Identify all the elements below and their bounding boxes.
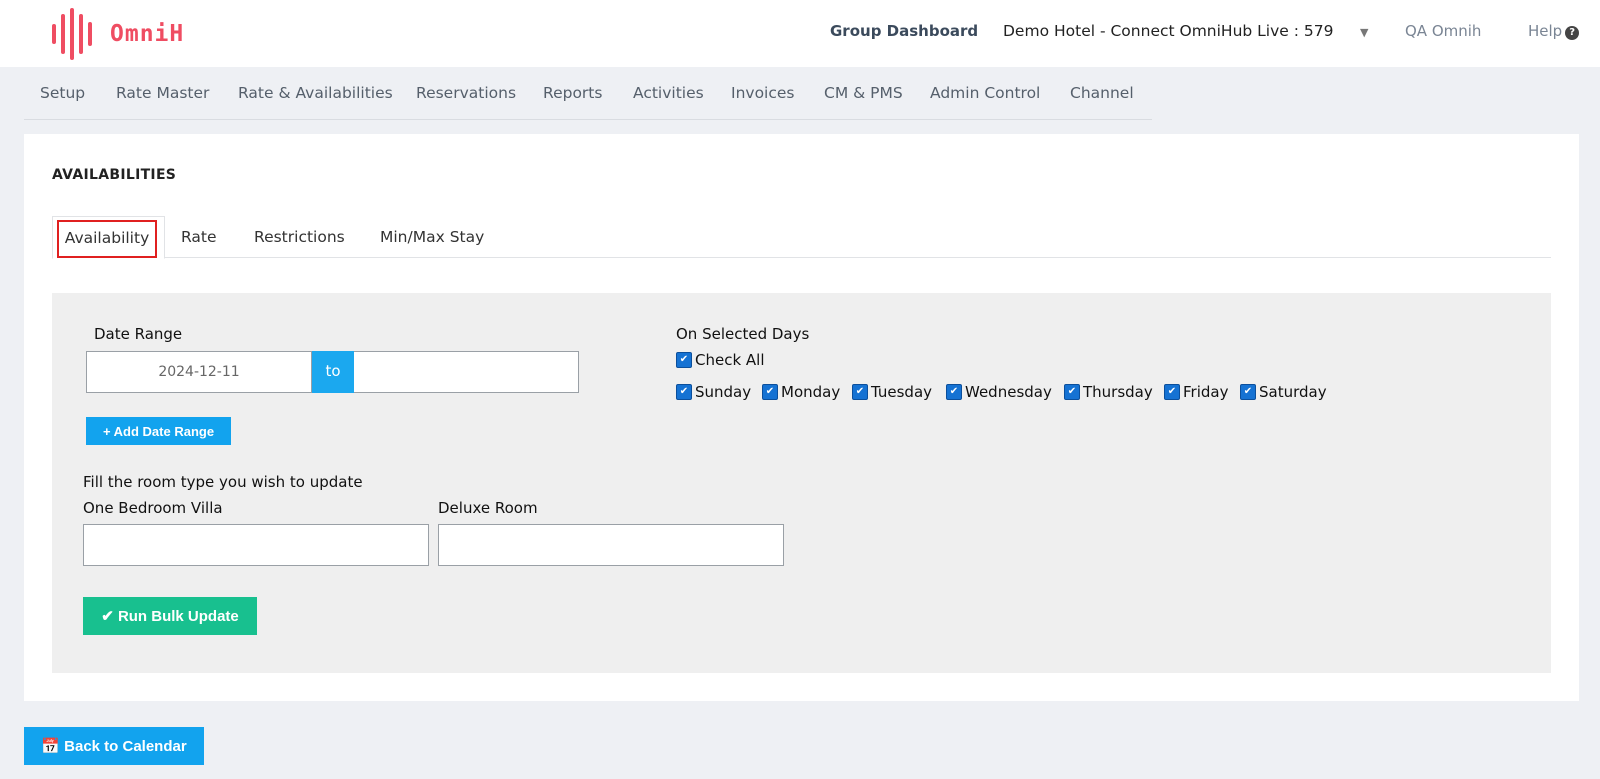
room-label-deluxe-room: Deluxe Room — [438, 499, 538, 517]
day-checkbox-monday[interactable]: ✔ Monday — [762, 383, 840, 401]
room-input-deluxe-room[interactable] — [438, 524, 784, 566]
nav-item-reports[interactable]: Reports — [543, 84, 602, 102]
day-checkbox-tuesday[interactable]: ✔ Tuesday — [852, 383, 932, 401]
omnihub-logo[interactable]: OmniH — [50, 8, 184, 60]
day-checkbox-sunday[interactable]: ✔ Sunday — [676, 383, 751, 401]
nav-item-channel[interactable]: Channel — [1070, 84, 1134, 102]
day-label: Tuesday — [871, 383, 933, 401]
logo-text: OmniH — [110, 21, 185, 47]
tab-bar: Availability Rate Restrictions Min/Max S… — [52, 216, 1551, 259]
group-dashboard-link[interactable]: Group Dashboard — [830, 22, 978, 40]
hotel-selector[interactable]: Demo Hotel - Connect OmniHub Live : 579 — [1003, 22, 1334, 40]
nav-item-reservations[interactable]: Reservations — [416, 84, 516, 102]
check-all-label: Check All — [695, 351, 765, 369]
availabilities-card: AVAILABILITIES Availability Rate Restric… — [24, 134, 1579, 701]
room-label-one-bedroom-villa: One Bedroom Villa — [83, 499, 223, 517]
nav-item-rate-master[interactable]: Rate Master — [116, 84, 209, 102]
tab-availability[interactable]: Availability — [52, 216, 165, 259]
help-question-icon: ? — [1565, 26, 1580, 40]
date-to-input[interactable] — [354, 351, 579, 393]
checkmark-icon: ✔ — [852, 384, 868, 400]
nav-item-admin-control[interactable]: Admin Control — [930, 84, 1040, 102]
on-selected-days-label: On Selected Days — [676, 325, 810, 343]
help-link[interactable]: Help? — [1528, 22, 1580, 40]
hotel-dropdown-caret-icon[interactable]: ▼ — [1360, 26, 1368, 39]
add-date-range-button[interactable]: + Add Date Range — [86, 417, 231, 445]
top-header: OmniH Group Dashboard Demo Hotel - Conne… — [0, 0, 1600, 67]
checkmark-icon: ✔ — [676, 384, 692, 400]
day-label: Saturday — [1259, 383, 1327, 401]
checkmark-icon: ✔ — [1240, 384, 1256, 400]
date-from-input[interactable] — [86, 351, 312, 393]
date-range-group: to — [86, 351, 579, 393]
nav-bar: Setup Rate Master Rate & Availabilities … — [24, 67, 1152, 120]
tab-min-max-stay[interactable]: Min/Max Stay — [380, 216, 484, 258]
date-range-label: Date Range — [94, 325, 183, 343]
omnihub-logo-icon — [52, 8, 92, 60]
main-nav: Setup Rate Master Rate & Availabilities … — [0, 67, 1600, 120]
user-menu[interactable]: QA Omnih — [1405, 22, 1481, 40]
nav-item-invoices[interactable]: Invoices — [731, 84, 795, 102]
nav-item-rate-availabilities[interactable]: Rate & Availabilities — [238, 84, 393, 102]
day-checkbox-saturday[interactable]: ✔ Saturday — [1240, 383, 1327, 401]
day-label: Thursday — [1083, 383, 1153, 401]
day-label: Friday — [1183, 383, 1229, 401]
nav-item-setup[interactable]: Setup — [40, 84, 85, 102]
checkmark-icon: ✔ — [946, 384, 962, 400]
to-label: to — [312, 351, 354, 393]
checkmark-icon: ✔ — [1064, 384, 1080, 400]
checkmark-icon: ✔ — [1164, 384, 1180, 400]
run-bulk-update-button[interactable]: ✔ Run Bulk Update — [83, 597, 257, 635]
bulk-update-panel: Date Range to + Add Date Range Fill the … — [52, 293, 1551, 673]
check-all-checkbox[interactable]: ✔ Check All — [676, 351, 765, 369]
tab-rate[interactable]: Rate — [181, 216, 217, 258]
room-prompt-label: Fill the room type you wish to update — [83, 473, 363, 491]
day-checkbox-wednesday[interactable]: ✔ Wednesday — [946, 383, 1052, 401]
nav-item-activities[interactable]: Activities — [633, 84, 704, 102]
section-title: AVAILABILITIES — [52, 167, 177, 183]
day-checkbox-thursday[interactable]: ✔ Thursday — [1064, 383, 1153, 401]
tab-availability-label: Availability — [57, 220, 157, 258]
day-label: Sunday — [695, 383, 752, 401]
day-checkbox-friday[interactable]: ✔ Friday — [1164, 383, 1228, 401]
room-input-one-bedroom-villa[interactable] — [83, 524, 429, 566]
nav-item-cm-pms[interactable]: CM & PMS — [824, 84, 903, 102]
back-to-calendar-button[interactable]: 📅 Back to Calendar — [24, 727, 204, 765]
checkmark-icon: ✔ — [762, 384, 778, 400]
day-label: Monday — [781, 383, 841, 401]
day-label: Wednesday — [965, 383, 1052, 401]
tab-restrictions[interactable]: Restrictions — [254, 216, 345, 258]
checkmark-icon: ✔ — [676, 352, 692, 368]
help-label: Help — [1528, 22, 1563, 40]
